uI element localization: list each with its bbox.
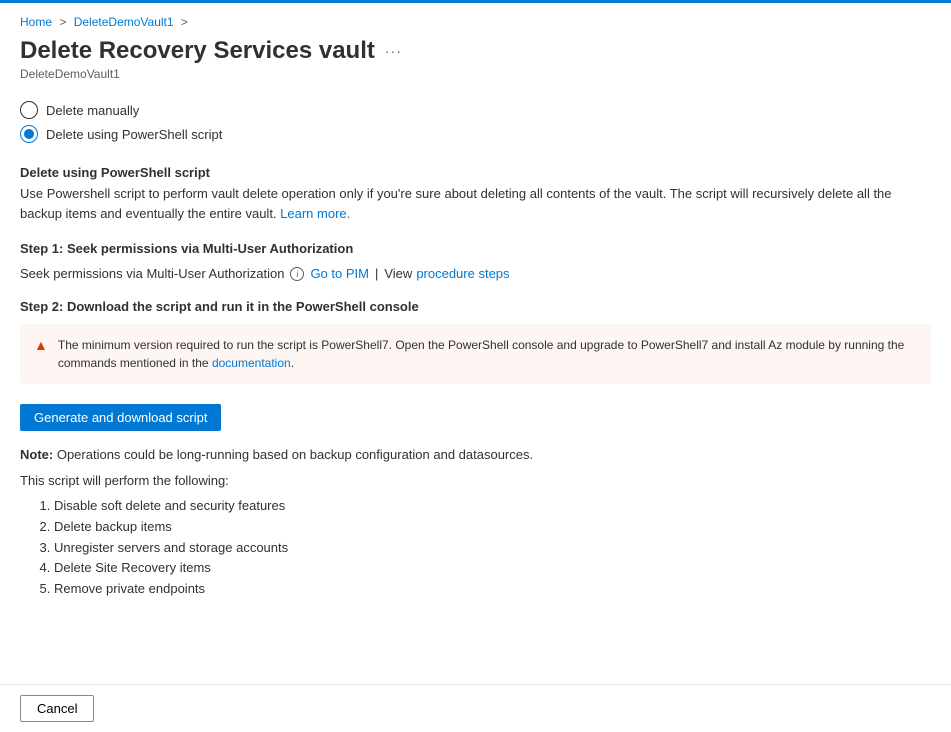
list-item: Unregister servers and storage accounts — [54, 538, 931, 559]
page-title: Delete Recovery Services vault — [20, 37, 375, 65]
list-item: Delete backup items — [54, 517, 931, 538]
warning-text: The minimum version required to run the … — [58, 338, 904, 370]
script-section-desc: Use Powershell script to perform vault d… — [20, 184, 931, 223]
more-icon[interactable]: ··· — [385, 43, 402, 59]
step2-heading: Step 2: Download the script and run it i… — [20, 299, 931, 314]
note-block: Note: Operations could be long-running b… — [20, 445, 931, 465]
info-icon[interactable]: i — [290, 267, 304, 281]
procedure-steps-link[interactable]: procedure steps — [416, 266, 509, 281]
footer-bar: Cancel — [0, 684, 951, 732]
step1-heading: Step 1: Seek permissions via Multi-User … — [20, 241, 931, 256]
page-subtitle: DeleteDemoVault1 — [20, 67, 931, 81]
list-item: Disable soft delete and security feature… — [54, 496, 931, 517]
list-item: Delete Site Recovery items — [54, 558, 931, 579]
radio-icon-selected — [20, 125, 38, 143]
note-label: Note: — [20, 447, 53, 462]
cancel-button[interactable]: Cancel — [20, 695, 94, 722]
script-actions-list: Disable soft delete and security feature… — [20, 496, 931, 600]
breadcrumb-home[interactable]: Home — [20, 15, 52, 29]
note-text: Operations could be long-running based o… — [53, 447, 533, 462]
step1-label: Seek permissions via Multi-User Authoriz… — [20, 266, 284, 281]
documentation-link[interactable]: documentation — [212, 356, 291, 370]
warning-icon: ▲ — [34, 336, 48, 354]
go-to-pim-link[interactable]: Go to PIM — [310, 266, 369, 281]
breadcrumb: Home > DeleteDemoVault1 > — [20, 15, 931, 29]
radio-delete-manually[interactable]: Delete manually — [20, 101, 931, 119]
chevron-right-icon: > — [59, 15, 66, 29]
delete-method-radio-group: Delete manually Delete using PowerShell … — [20, 101, 931, 143]
radio-icon — [20, 101, 38, 119]
chevron-right-icon: > — [181, 15, 188, 29]
learn-more-link[interactable]: Learn more. — [280, 206, 350, 221]
radio-label: Delete using PowerShell script — [46, 127, 222, 142]
list-item: Remove private endpoints — [54, 579, 931, 600]
view-word: View — [384, 266, 412, 281]
warning-banner: ▲ The minimum version required to run th… — [20, 324, 931, 384]
script-section-heading: Delete using PowerShell script — [20, 165, 931, 180]
breadcrumb-vault[interactable]: DeleteDemoVault1 — [74, 15, 174, 29]
pipe-separator: | — [375, 266, 378, 281]
generate-download-button[interactable]: Generate and download script — [20, 404, 221, 431]
script-following-text: This script will perform the following: — [20, 471, 931, 491]
radio-label: Delete manually — [46, 103, 139, 118]
step1-body: Seek permissions via Multi-User Authoriz… — [20, 266, 931, 281]
radio-delete-powershell[interactable]: Delete using PowerShell script — [20, 125, 931, 143]
